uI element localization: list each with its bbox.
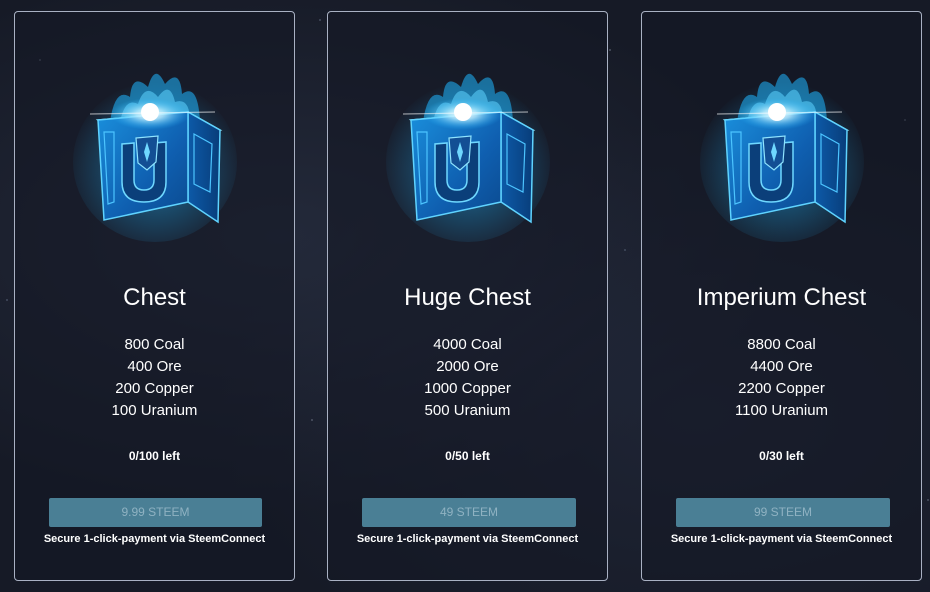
contents-item: 1000 Copper <box>424 380 511 397</box>
buy-huge-chest-button[interactable]: 49 STEEM <box>362 498 576 527</box>
chest-card: Chest 800 Coal 400 Ore 200 Copper 100 Ur… <box>14 11 295 581</box>
stock-remaining: 0/50 left <box>445 449 490 463</box>
payment-note: Secure 1-click-payment via SteemConnect <box>43 533 266 545</box>
contents-item: 1100 Uranium <box>734 402 829 419</box>
contents-item: 100 Uranium <box>111 402 198 419</box>
contents-item: 200 Copper <box>115 380 194 397</box>
imperium-chest-card: Imperium Chest 8800 Coal 4400 Ore 2200 C… <box>641 11 922 581</box>
payment-note: Secure 1-click-payment via SteemConnect <box>356 533 579 545</box>
card-title: Imperium Chest <box>696 284 867 311</box>
payment-note: Secure 1-click-payment via SteemConnect <box>670 533 893 545</box>
huge-chest-card: Huge Chest 4000 Coal 2000 Ore 1000 Coppe… <box>327 11 608 581</box>
contents-item: 2000 Ore <box>436 358 499 375</box>
imperium-chest-icon <box>697 52 867 242</box>
contents-item: 800 Coal <box>124 336 185 353</box>
buy-imperium-chest-button[interactable]: 99 STEEM <box>676 498 890 527</box>
huge-chest-icon <box>383 52 553 242</box>
contents-item: 500 Uranium <box>424 402 511 419</box>
stock-remaining: 0/30 left <box>759 449 804 463</box>
contents-item: 400 Ore <box>127 358 182 375</box>
chest-image <box>642 52 921 242</box>
card-title: Chest <box>123 284 186 311</box>
contents-item: 4000 Coal <box>433 336 502 353</box>
buy-chest-button[interactable]: 9.99 STEEM <box>49 498 262 527</box>
chest-icon <box>70 52 240 242</box>
contents-item: 4400 Ore <box>750 358 813 375</box>
stock-remaining: 0/100 left <box>128 449 181 463</box>
chest-image <box>328 52 607 242</box>
chest-contents: 8800 Coal 4400 Ore 2200 Copper 1100 Uran… <box>642 334 921 422</box>
chest-image <box>15 52 294 242</box>
chest-shop: Chest 800 Coal 400 Ore 200 Copper 100 Ur… <box>14 11 924 583</box>
contents-item: 2200 Copper <box>738 380 825 397</box>
contents-item: 8800 Coal <box>747 336 816 353</box>
card-title: Huge Chest <box>404 284 531 311</box>
chest-contents: 800 Coal 400 Ore 200 Copper 100 Uranium <box>15 334 294 422</box>
chest-contents: 4000 Coal 2000 Ore 1000 Copper 500 Urani… <box>328 334 607 422</box>
